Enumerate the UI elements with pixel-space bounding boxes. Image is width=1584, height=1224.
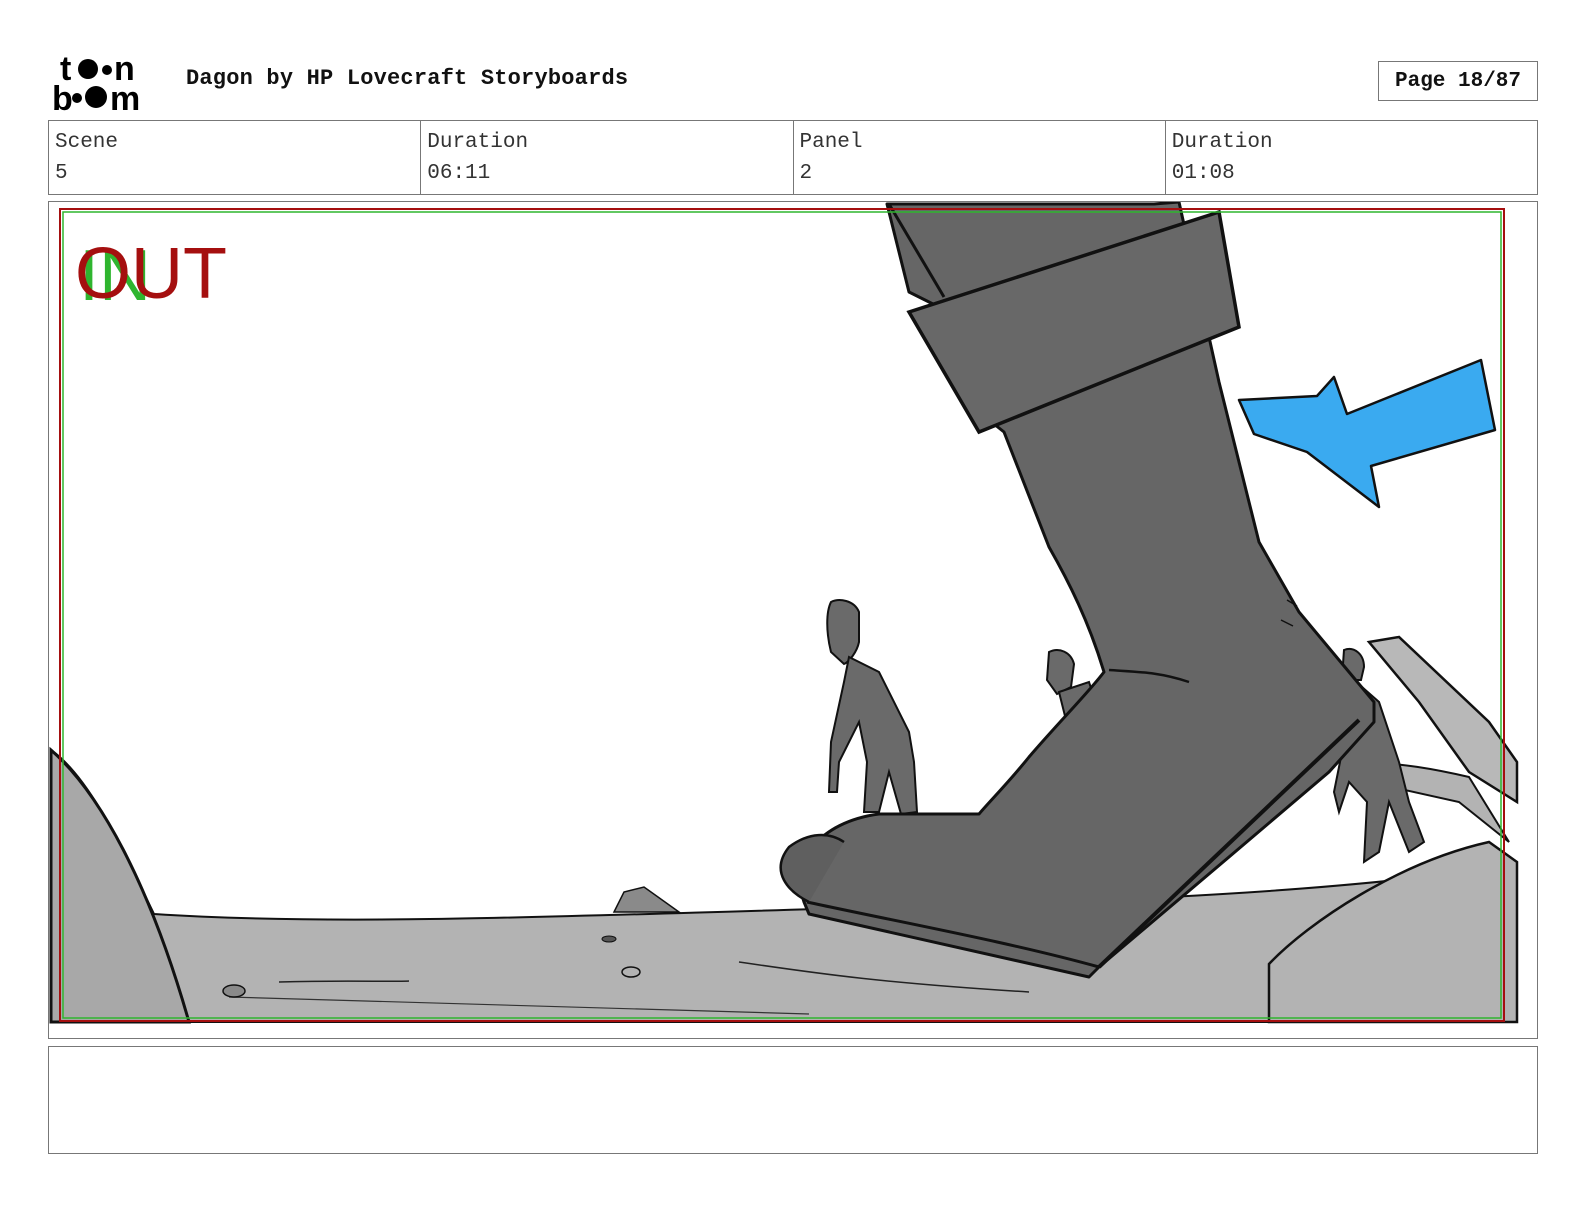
panel-duration-cell: Duration 01:08 <box>1166 121 1537 194</box>
scene-duration-label: Duration <box>427 131 529 154</box>
toon-boom-logo: t n b m <box>52 52 140 112</box>
scene-cell: Scene 5 <box>49 121 422 194</box>
panel-notes-box <box>48 1046 1538 1154</box>
scene-label: Scene <box>55 131 119 154</box>
page-number-badge: Page 18/87 <box>1378 61 1538 101</box>
panel-label: Panel <box>799 131 863 154</box>
panel-artwork: IN OUT <box>49 202 1537 1038</box>
document-title: Dagon by HP Lovecraft Storyboards <box>186 66 629 91</box>
scene-value: 5 <box>55 162 68 185</box>
out-marker: OUT <box>75 234 227 314</box>
panel-duration-label: Duration <box>1171 131 1273 154</box>
svg-text:m: m <box>110 80 140 112</box>
storyboard-panel: IN OUT <box>48 201 1538 1039</box>
pebble <box>601 935 617 943</box>
scene-duration-cell: Duration 06:11 <box>421 121 794 194</box>
panel-duration-value: 01:08 <box>1171 162 1235 185</box>
panel-cell: Panel 2 <box>794 121 1166 194</box>
panel-value: 2 <box>799 162 813 185</box>
svg-text:b: b <box>52 80 73 112</box>
scene-duration-value: 06:11 <box>427 162 491 185</box>
pebble <box>222 984 246 998</box>
scene-info-table: Scene 5 Duration 06:11 Panel 2 Duration … <box>48 120 1538 195</box>
